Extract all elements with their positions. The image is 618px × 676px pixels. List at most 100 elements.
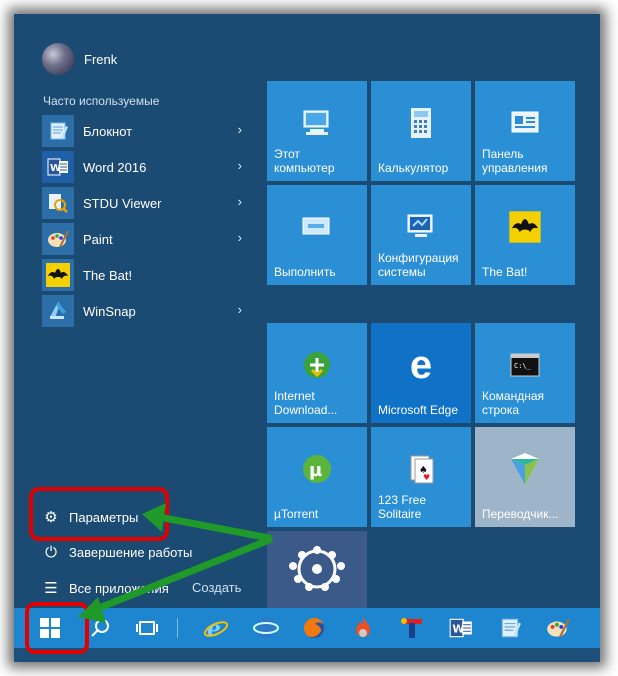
firefox-icon <box>304 618 324 638</box>
app-label: STDU Viewer <box>83 195 162 211</box>
people-circle-icon <box>267 539 367 599</box>
taskbar-separator <box>177 618 178 638</box>
app-the-bat[interactable]: The Bat! <box>42 257 242 293</box>
chevron-right-icon[interactable]: › <box>238 158 242 173</box>
settings-highlight <box>29 487 169 541</box>
most-used-title: Часто используемые <box>43 94 160 108</box>
chevron-right-icon[interactable]: › <box>238 122 242 137</box>
terminal-icon: C:\_ <box>475 345 575 385</box>
globe-browser-icon <box>253 618 279 638</box>
notepad-icon <box>42 115 74 147</box>
computer-icon <box>267 103 367 143</box>
tile-this-computer[interactable]: Этот компьютер <box>267 81 367 181</box>
tile-label: Выполнить <box>274 265 336 279</box>
taskbar-notepad[interactable] <box>494 612 526 644</box>
app-paint[interactable]: Paint › <box>42 221 242 257</box>
tile-command-prompt[interactable]: C:\_ Командная строка <box>475 323 575 423</box>
start-button-highlight <box>25 602 89 654</box>
the-bat-icon <box>475 207 575 247</box>
taskbar-tool-app[interactable] <box>396 612 428 644</box>
tile-label: Переводчик... <box>482 507 559 521</box>
utorrent-icon: µ <box>267 449 367 489</box>
tile-solitaire[interactable]: ♠ ♥ 123 Free Solitaire <box>371 427 471 527</box>
download-manager-icon <box>267 345 367 385</box>
tile-label: Этот компьютер <box>274 147 335 175</box>
task-view-icon <box>136 621 158 635</box>
app-label: Paint <box>83 231 113 247</box>
playing-cards-icon: ♠ ♥ <box>371 449 471 489</box>
app-label: The Bat! <box>83 267 133 283</box>
tool-app-icon <box>401 618 422 638</box>
shutdown-item[interactable]: ⏻ Завершение работы <box>42 538 192 566</box>
the-bat-icon <box>42 259 74 291</box>
chevron-right-icon[interactable]: › <box>238 302 242 317</box>
paint-palette-icon <box>42 223 74 255</box>
chevron-right-icon[interactable]: › <box>238 230 242 245</box>
app-word[interactable]: W Word 2016 › <box>42 149 242 185</box>
create-group-label[interactable]: Создать <box>192 580 241 595</box>
tile-run[interactable]: Выполнить <box>267 185 367 285</box>
taskbar-browser[interactable] <box>250 612 282 644</box>
taskbar: e W <box>14 608 600 648</box>
app-stdu-viewer[interactable]: STDU Viewer › <box>42 185 242 221</box>
all-apps-label: Все приложения <box>69 580 169 596</box>
app-notepad[interactable]: Блокнот › <box>42 113 242 149</box>
task-view-button[interactable] <box>131 612 163 644</box>
tile-system-config[interactable]: Конфигурация системы <box>371 185 471 285</box>
winsnap-icon <box>42 295 74 327</box>
calculator-icon <box>371 103 471 143</box>
power-icon: ⏻ <box>45 543 57 561</box>
app-label: Word 2016 <box>83 159 147 175</box>
tile-utorrent[interactable]: µ µTorrent <box>267 427 367 527</box>
chevron-right-icon[interactable]: › <box>238 194 242 209</box>
taskbar-internet-explorer[interactable]: e <box>200 612 232 644</box>
tile-label: The Bat! <box>482 265 528 279</box>
control-panel-icon <box>475 103 575 143</box>
svg-text:µ: µ <box>309 460 322 481</box>
most-used-list: Блокнот › W Word 2016 › STDU Viewer › Pa… <box>42 113 242 329</box>
run-icon <box>267 207 367 247</box>
system-config-icon <box>371 207 471 247</box>
app-label: Блокнот <box>83 123 133 139</box>
edge-icon: e <box>409 342 433 387</box>
taskbar-word[interactable]: W <box>445 612 477 644</box>
all-apps-item[interactable]: ☰ Все приложения <box>42 574 169 602</box>
notepad-icon <box>501 618 521 638</box>
tile-calculator[interactable]: Калькулятор <box>371 81 471 181</box>
tile-internet-download-manager[interactable]: Internet Download... <box>267 323 367 423</box>
tile-label: µTorrent <box>274 507 319 521</box>
burning-app-icon <box>356 617 370 637</box>
app-label: WinSnap <box>83 303 136 319</box>
tile-the-bat[interactable]: The Bat! <box>475 185 575 285</box>
taskbar-firefox[interactable] <box>298 612 330 644</box>
word-icon: W <box>449 618 472 638</box>
list-icon: ☰ <box>44 580 58 597</box>
paint-palette-icon <box>547 618 570 638</box>
tile-people-group[interactable] <box>267 531 367 608</box>
svg-text:♥: ♥ <box>423 473 430 482</box>
translator-icon <box>475 449 575 489</box>
internet-explorer-icon: e <box>203 616 229 641</box>
avatar <box>42 43 74 75</box>
tile-label: Панель управления <box>482 147 548 175</box>
svg-text:C:\_: C:\_ <box>514 362 532 370</box>
taskbar-burning-app[interactable] <box>347 612 379 644</box>
tile-label: Microsoft Edge <box>378 403 459 417</box>
user-account[interactable]: Frenk <box>42 42 117 76</box>
shutdown-label: Завершение работы <box>69 544 193 560</box>
tile-microsoft-edge[interactable]: e Microsoft Edge <box>371 323 471 423</box>
start-menu-window: Frenk Часто используемые Блокнот › W Wor… <box>14 14 600 662</box>
taskbar-paint[interactable] <box>542 612 574 644</box>
tile-translator[interactable]: Переводчик... <box>475 427 575 527</box>
word-icon: W <box>42 151 74 183</box>
tile-label: Командная строка <box>482 389 545 417</box>
tile-label: 123 Free Solitaire <box>378 493 427 521</box>
app-winsnap[interactable]: WinSnap › <box>42 293 242 329</box>
search-icon <box>91 619 109 637</box>
user-name: Frenk <box>84 51 118 67</box>
tile-label: Калькулятор <box>378 161 449 175</box>
tile-label: Internet Download... <box>274 389 338 417</box>
tile-label: Конфигурация системы <box>378 251 459 279</box>
stdu-viewer-icon <box>42 187 74 219</box>
tile-control-panel[interactable]: Панель управления <box>475 81 575 181</box>
